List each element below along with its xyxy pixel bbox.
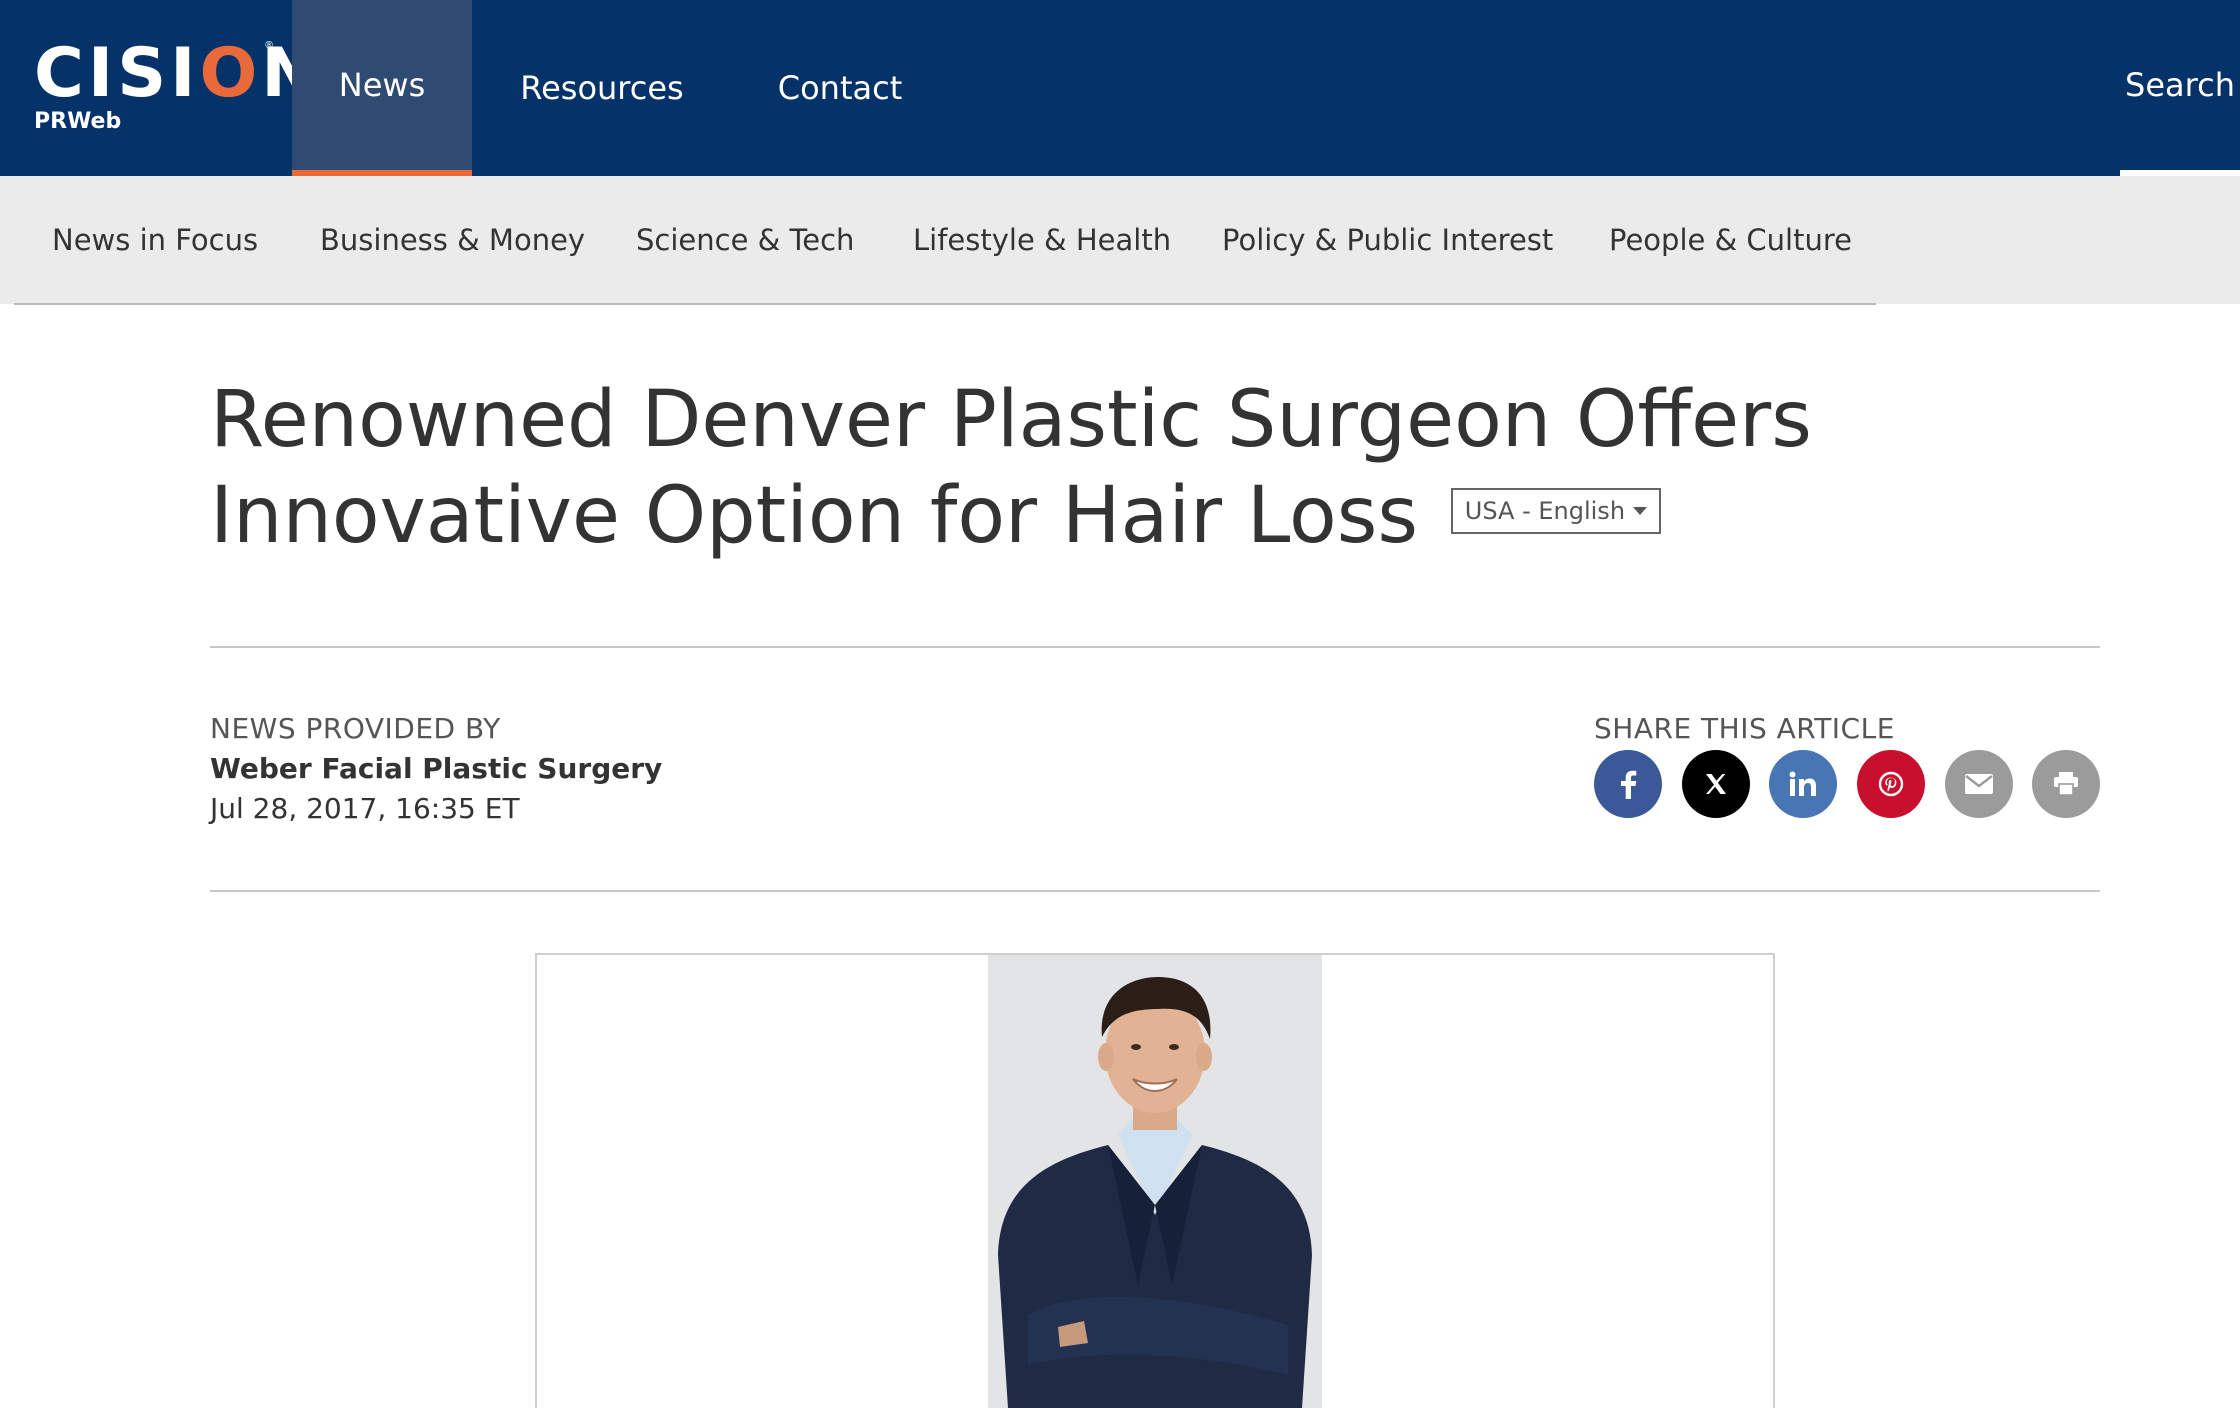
logo-subtitle: PRWeb [34,109,122,134]
email-icon [1965,774,1993,794]
provider-link[interactable]: Weber Facial Plastic Surgery [210,752,662,785]
category-science-tech[interactable]: Science & Tech [636,176,854,304]
facebook-icon [1621,770,1637,799]
category-news-in-focus[interactable]: News in Focus [52,176,258,304]
pinterest-icon [1878,771,1904,797]
publish-date: Jul 28, 2017, 16:35 ET [210,792,520,825]
logo-wordmark: CISION [34,34,318,113]
portrait-photo[interactable] [988,955,1322,1408]
share-linkedin-button[interactable] [1769,750,1837,818]
logo-trademark: ® [264,40,274,51]
category-bar: News in Focus Business & Money Science &… [0,176,2240,304]
portrait-illustration [988,955,1322,1408]
news-provided-label: NEWS PROVIDED BY [210,712,501,745]
category-people-culture[interactable]: People & Culture [1609,176,1852,304]
chevron-down-icon [1633,506,1648,515]
category-policy-public-interest[interactable]: Policy & Public Interest [1222,176,1553,304]
category-lifestyle-health[interactable]: Lifestyle & Health [913,176,1171,304]
nav-tab-resources[interactable]: Resources [500,0,704,176]
linkedin-icon [1789,771,1816,796]
article-title-line-2: Innovative Option for Hair Loss [210,471,1418,561]
share-pinterest-button[interactable] [1857,750,1925,818]
x-icon [1706,774,1726,794]
language-select-value: USA - English [1464,496,1626,525]
share-print-button[interactable] [2032,750,2100,818]
cision-prweb-logo[interactable]: CISION ® PRWeb [34,38,318,138]
language-select[interactable]: USA - English [1450,487,1662,534]
print-icon [2054,772,2078,796]
share-email-button[interactable] [1945,750,2013,818]
nav-tab-news[interactable]: News [292,0,472,176]
nav-tab-contact[interactable]: Contact [744,0,936,176]
category-divider [14,303,1876,305]
share-x-button[interactable] [1682,750,1750,818]
divider [210,890,2100,892]
top-navigation-bar: CISION ® PRWeb News Resources Contact Se… [0,0,2240,176]
search-button[interactable]: Search [2120,0,2240,176]
article-title: Renowned Denver Plastic Surgeon Offers I… [210,372,2110,564]
share-facebook-button[interactable] [1594,750,1662,818]
article-title-line-1: Renowned Denver Plastic Surgeon Offers [210,375,1812,465]
share-label: SHARE THIS ARTICLE [1594,712,1895,745]
category-business-money[interactable]: Business & Money [320,176,585,304]
divider [210,646,2100,648]
